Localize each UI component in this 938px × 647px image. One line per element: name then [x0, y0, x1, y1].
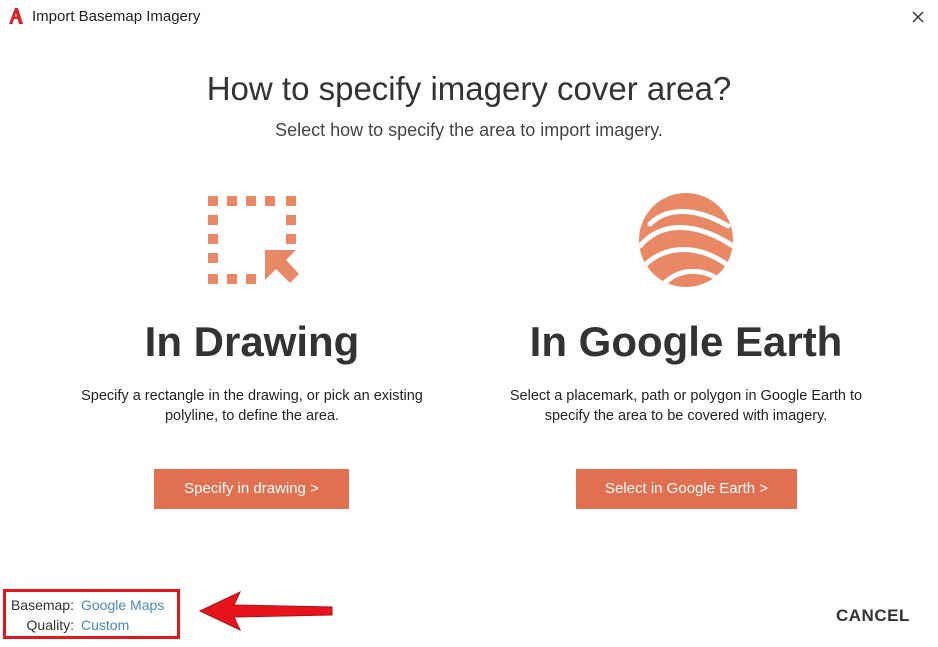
quality-row: Quality: Custom: [6, 617, 177, 637]
dashed-rectangle-pointer-icon: [208, 196, 299, 284]
window-title: Import Basemap Imagery: [32, 8, 201, 25]
close-icon[interactable]: [906, 5, 930, 29]
page-subtitle: Select how to specify the area to import…: [275, 120, 663, 140]
option-description: Specify a rectangle in the drawing, or p…: [81, 388, 423, 424]
import-basemap-dialog: Import Basemap Imagery How to specify im…: [0, 0, 938, 647]
autocad-logo-icon: [9, 8, 23, 24]
specify-in-drawing-button[interactable]: Specify in drawing >: [154, 469, 349, 509]
option-in-drawing: In Drawing Specify a rectangle in the dr…: [72, 190, 432, 509]
option-title: In Drawing: [144, 318, 360, 365]
quality-label: Quality:: [26, 617, 74, 633]
option-title: In Google Earth: [529, 318, 843, 365]
page-title: How to specify imagery cover area?: [206, 70, 732, 107]
red-arrow-icon: [198, 590, 333, 632]
option-description: Select a placemark, path or polygon in G…: [509, 388, 863, 424]
quality-link[interactable]: Custom: [81, 617, 129, 633]
basemap-info-box: Basemap: Google Maps Quality: Custom: [3, 589, 180, 639]
select-in-google-earth-button[interactable]: Select in Google Earth >: [576, 469, 797, 509]
cancel-button[interactable]: CANCEL: [836, 606, 936, 628]
basemap-row: Basemap: Google Maps: [6, 597, 177, 617]
basemap-label: Basemap:: [10, 597, 74, 613]
basemap-link[interactable]: Google Maps: [81, 597, 164, 613]
globe-icon: [639, 193, 733, 287]
option-in-google-earth: In Google Earth Select a placemark, path…: [490, 190, 882, 509]
title-bar: Import Basemap Imagery: [0, 0, 938, 34]
